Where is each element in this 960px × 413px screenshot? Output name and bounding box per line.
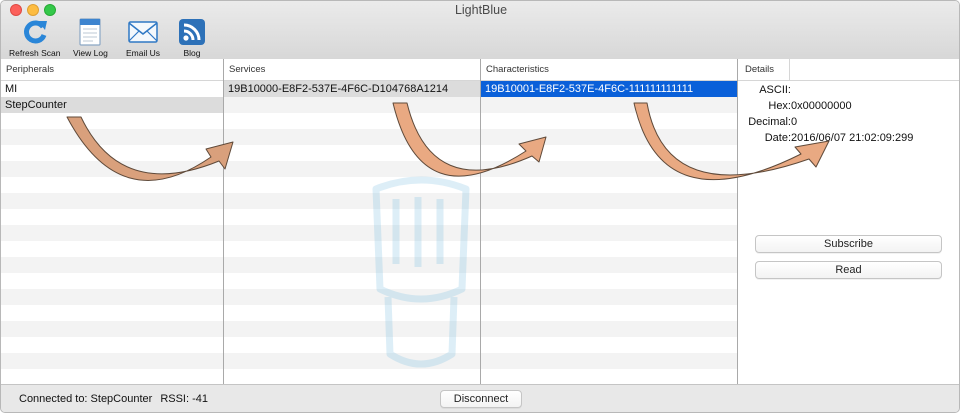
characteristics-header: Characteristics (481, 59, 737, 81)
characteristics-header-label: Characteristics (486, 64, 549, 75)
decimal-label: Decimal: (748, 116, 791, 128)
details-header: Details (738, 59, 959, 81)
peripherals-header-label: Peripherals (6, 64, 55, 75)
connected-text: Connected to: StepCounter (19, 393, 153, 405)
blog-label: Blog (183, 48, 201, 58)
titlebar: LightBlue Refresh Scan View Log Email Us… (1, 1, 959, 63)
email-us-button[interactable]: Email Us (126, 18, 160, 60)
refresh-scan-button[interactable]: Refresh Scan (9, 18, 61, 60)
rssi-text: RSSI: -41 (160, 393, 208, 405)
envelope-icon (128, 18, 158, 46)
decimal-value: 0 (791, 116, 798, 128)
peripheral-item-mi[interactable]: MI (1, 81, 223, 97)
email-us-label: Email Us (126, 48, 161, 58)
characteristics-pane: Characteristics 19B10001-E8F2-537E-4F6C-… (481, 59, 738, 384)
blog-button[interactable]: Blog (177, 18, 207, 60)
fist-logo-watermark-icon (372, 176, 470, 368)
window-title: LightBlue (454, 3, 508, 17)
hex-label: Hex: (768, 100, 791, 112)
services-header-label: Services (229, 64, 266, 75)
hex-value: 0x00000000 (791, 100, 852, 112)
date-value: 2016/06/07 21:02:09:299 (791, 132, 914, 144)
disconnect-button[interactable]: Disconnect (440, 390, 522, 408)
refresh-icon (20, 18, 50, 46)
details-pane: Details ASCII: Hex: 0x00000000 Decimal: … (738, 59, 959, 384)
service-item[interactable]: 19B10000-E8F2-537E-4F6C-D104768A1214 (224, 81, 480, 97)
peripheral-item-stepcounter[interactable]: StepCounter (1, 97, 223, 113)
connection-status: Connected to: StepCounter RSSI: -41 (19, 393, 208, 405)
details-header-label: Details (738, 59, 790, 80)
ascii-label: ASCII: (759, 84, 791, 96)
status-bar: Connected to: StepCounter RSSI: -41 Disco… (1, 384, 959, 412)
peripherals-pane: Peripherals MI StepCounter (1, 59, 224, 384)
date-label: Date: (764, 132, 791, 144)
browser-panes: Peripherals MI StepCounter Services 19B1… (1, 59, 959, 384)
subscribe-button[interactable]: Subscribe (755, 235, 942, 253)
peripherals-header: Peripherals (1, 59, 223, 81)
view-log-button[interactable]: View Log (73, 18, 108, 60)
services-header: Services (224, 59, 480, 81)
refresh-scan-label: Refresh Scan (9, 48, 61, 58)
view-log-label: View Log (73, 48, 108, 58)
rss-icon (177, 18, 207, 46)
read-button[interactable]: Read (755, 261, 942, 279)
document-icon (75, 18, 105, 46)
characteristic-item[interactable]: 19B10001-E8F2-537E-4F6C-111111111111 (481, 81, 737, 97)
app-window: LightBlue Refresh Scan View Log Email Us… (0, 0, 960, 413)
